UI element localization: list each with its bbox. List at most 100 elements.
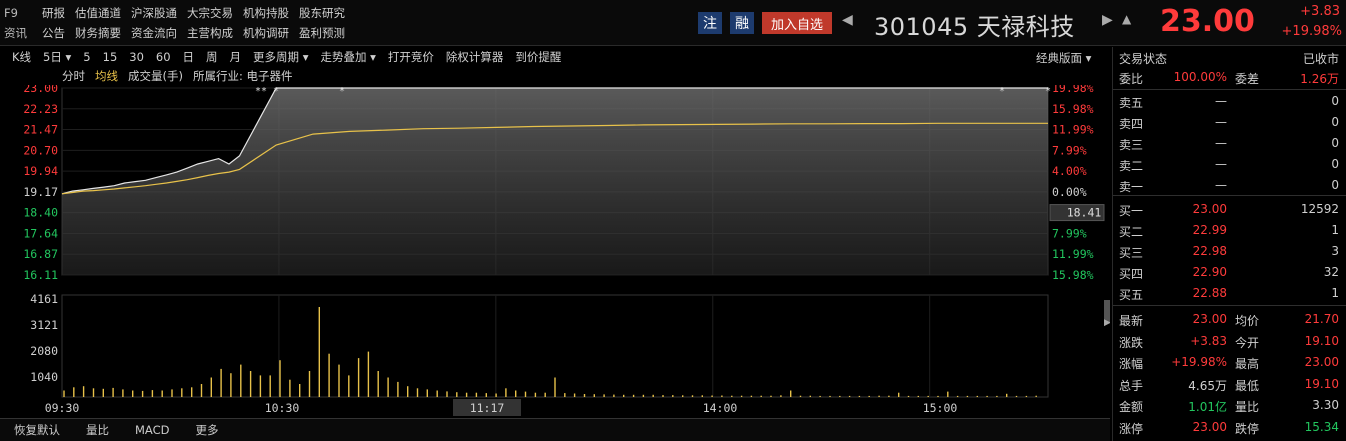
bid-price: 22.98	[1192, 244, 1227, 258]
nav-item[interactable]: F9	[4, 6, 32, 20]
nav-item[interactable]: 估值通道	[75, 5, 121, 21]
time-tick-label: 10:30	[265, 401, 300, 415]
nav-item[interactable]: 机构调研	[243, 25, 289, 41]
stat-value: 1.01亿	[1188, 400, 1227, 414]
toolbar-5day[interactable]: 5日 ▾	[43, 49, 71, 65]
stat-value: 4.65万	[1188, 378, 1227, 393]
toolbar-more-periods[interactable]: 更多周期 ▾	[253, 49, 308, 65]
industry-label: 所属行业: 电子器件	[192, 69, 293, 83]
stat-label: 最高	[1235, 357, 1260, 371]
intraday-chart[interactable]: * * * * * * 23.0022.2321.4720.7019.9419.1718.…	[0, 85, 1110, 418]
change-abs: +3.83	[1300, 4, 1340, 19]
stat-value: 19.10	[1304, 376, 1339, 391]
stat-value: 21.70	[1304, 312, 1339, 326]
nav-row-2: 资讯 公告 财务摘要 资金流向 主营构成 机构调研 盈利预测	[4, 24, 355, 42]
price-tick-label: 21.47	[23, 123, 58, 137]
nav-item[interactable]: 资讯	[4, 25, 32, 41]
divider	[1113, 89, 1346, 90]
stat-label: 总手	[1119, 378, 1144, 393]
tab-restore-default[interactable]: 恢复默认	[14, 422, 60, 438]
volume-tick-label: 1040	[30, 370, 58, 384]
bid-row: 买五 22.88 1	[1119, 283, 1341, 303]
tab-volume-ratio[interactable]: 量比	[86, 422, 109, 438]
change-pct: +19.98%	[1281, 24, 1342, 39]
add-watchlist-button[interactable]: 加入自选	[762, 12, 832, 34]
ask-price: —	[1215, 178, 1227, 192]
price-tick-label: 22.23	[23, 102, 58, 116]
pct-tick-label: 15.98%	[1052, 268, 1094, 282]
weibi-row: 委比 100.00% 委差 1.26万	[1119, 67, 1341, 87]
event-marker-icon: *	[256, 86, 261, 97]
ask-volume: 0	[1331, 94, 1339, 108]
trade-status-value: 已收市	[1302, 52, 1339, 66]
note-badge[interactable]: 注	[698, 12, 722, 34]
toolbar-5min[interactable]: 5	[83, 50, 90, 64]
nav-item[interactable]: 机构持股	[243, 5, 289, 21]
ask-row: 卖三 — 0	[1119, 133, 1341, 153]
event-marker-icon: *	[274, 86, 279, 97]
price-tick-label: 23.00	[23, 85, 58, 95]
nav-item[interactable]: 沪深股通	[131, 5, 177, 21]
nav-item[interactable]: 大宗交易	[187, 5, 233, 21]
bid-price: 22.90	[1192, 265, 1227, 279]
toolbar-30min[interactable]: 30	[129, 50, 144, 64]
price-area-fill	[62, 88, 1048, 275]
ask-price: —	[1215, 157, 1227, 171]
ask-label: 卖五	[1119, 96, 1144, 110]
bid-volume: 1	[1331, 286, 1339, 300]
price-tick-label: 18.40	[23, 206, 58, 220]
stat-row: 金额 1.01亿 量比 3.30	[1119, 395, 1341, 415]
stock-title: 301045 天禄科技	[874, 13, 1075, 41]
stat-label: 涨跌	[1119, 335, 1144, 350]
avg-line-tab[interactable]: 均线	[95, 68, 118, 84]
stat-row: 涨跌 +3.83 今开 19.10	[1119, 331, 1341, 351]
ask-price: —	[1215, 94, 1227, 108]
ask-row: 卖五 — 0	[1119, 91, 1341, 111]
next-stock-icon[interactable]: ▶	[1102, 12, 1113, 28]
toolbar-day[interactable]: 日	[183, 49, 195, 65]
toolbar-kline[interactable]: K线	[12, 49, 31, 65]
nav-item[interactable]: 研报	[42, 5, 65, 21]
nav-item[interactable]: 财务摘要	[75, 25, 121, 41]
toolbar-exright-calc[interactable]: 除权计算器	[446, 49, 504, 65]
ask-volume: 0	[1331, 136, 1339, 150]
quote-panel: 交易状态 已收市 委比 100.00% 委差 1.26万 卖五 — 0 卖四 — 0 卖三 —…	[1112, 47, 1346, 441]
toolbar-15min[interactable]: 15	[103, 50, 118, 64]
toolbar-auction[interactable]: 打开竞价	[388, 49, 434, 65]
toolbar-month[interactable]: 月	[230, 49, 242, 65]
stat-value: 15.34	[1304, 419, 1339, 434]
minute-tab[interactable]: 分时	[62, 68, 85, 84]
stat-row: 涨幅 +19.98% 最高 23.00	[1119, 352, 1341, 372]
indicator-tabs: 恢复默认 量比 MACD 更多	[0, 418, 1110, 441]
bid-price: 23.00	[1192, 202, 1227, 216]
prev-stock-icon[interactable]: ◀	[842, 12, 853, 28]
toolbar-60min[interactable]: 60	[156, 50, 171, 64]
pct-tick-label: 7.99%	[1052, 143, 1087, 157]
price-tick-label: 16.11	[23, 268, 58, 282]
nav-item[interactable]: 资金流向	[131, 25, 177, 41]
tab-more[interactable]: 更多	[195, 422, 218, 438]
nav-item[interactable]: 主营构成	[187, 25, 233, 41]
layout-select[interactable]: 经典版面 ▾	[1036, 50, 1091, 66]
tab-macd[interactable]: MACD	[135, 423, 169, 437]
nav-item[interactable]: 盈利预测	[299, 25, 345, 41]
stat-label: 最低	[1235, 378, 1260, 393]
bid-row: 买四 22.90 32	[1119, 262, 1341, 282]
ask-label: 卖三	[1119, 138, 1144, 152]
pct-tick-label: 11.99%	[1052, 123, 1094, 137]
nav-item[interactable]: 股东研究	[299, 5, 345, 21]
margin-badge[interactable]: 融	[730, 12, 754, 34]
toolbar-overlay[interactable]: 走势叠加 ▾	[320, 49, 375, 65]
toolbar-week[interactable]: 周	[206, 49, 218, 65]
divider	[1113, 195, 1346, 196]
period-toolbar: K线 5日 ▾ 5 15 30 60 日 周 月 更多周期 ▾ 走势叠加 ▾ 打…	[0, 47, 1110, 67]
price-tick-label: 19.94	[23, 164, 58, 178]
bell-icon[interactable]: ▲	[1122, 12, 1131, 26]
ask-volume: 0	[1331, 178, 1339, 192]
nav-item[interactable]: 公告	[42, 25, 65, 41]
toolbar-price-alert[interactable]: 到价提醒	[515, 49, 561, 65]
price-tick-label: 16.87	[23, 247, 58, 261]
ask-price: —	[1215, 136, 1227, 150]
time-tick-label: 09:30	[45, 401, 80, 415]
stat-value: 19.10	[1304, 333, 1339, 348]
